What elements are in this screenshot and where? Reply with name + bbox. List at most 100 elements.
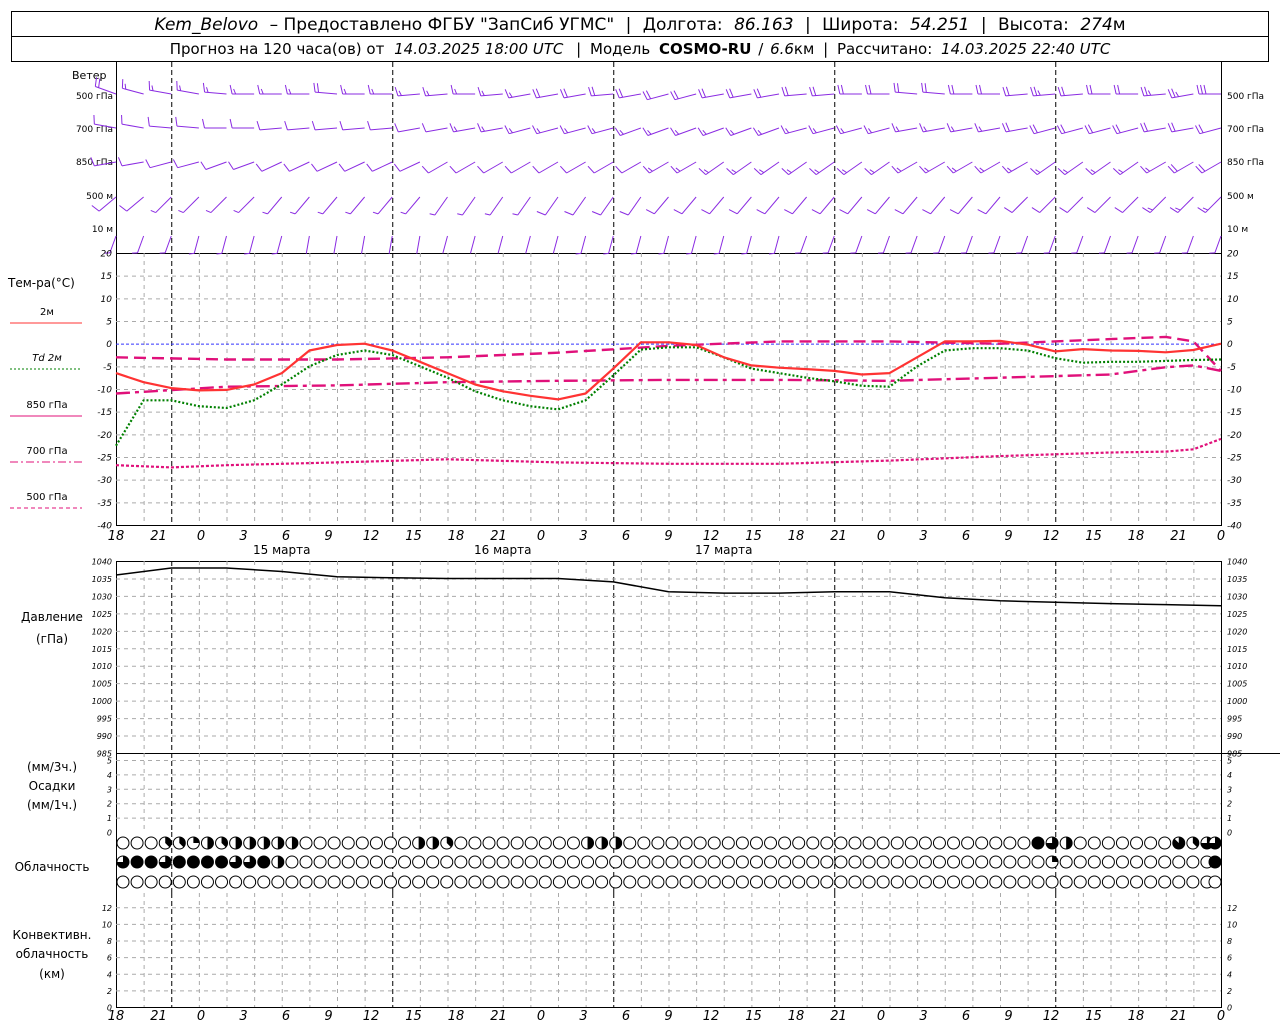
barb-flag [894,83,895,92]
cloud-circle [230,876,242,888]
barb-flag [730,130,734,134]
barb-flag [754,89,758,98]
barb-flag [576,253,581,254]
cloud-circle [539,876,551,888]
hour-tick-label: 15 [405,1009,422,1024]
hour-tick-label: 6 [282,1009,290,1024]
barb-flag [1195,126,1199,134]
hour-tick-label: 15 [745,1009,762,1024]
cloud-symbol [638,837,650,849]
cloud-fill [236,837,242,849]
wind-barb [1044,236,1056,253]
barb-flag [509,93,512,98]
barb-flag [482,127,485,132]
cloud-symbol [455,837,467,849]
conv-tick-left: 8 [107,937,112,946]
cloud-symbol [173,856,185,868]
barb-flag [643,128,648,136]
prec-tick-right: 3 [1227,785,1232,794]
wind-barb [560,162,585,173]
barb-flag [1148,91,1150,96]
wind-barb [526,236,531,253]
barb-shaft [691,236,696,253]
barb-flag [1175,208,1180,210]
barb-flag [757,89,761,98]
cloud-circle [765,876,777,888]
wind-barb [1127,236,1139,253]
cloud-circle [652,876,664,888]
cloud-circle [1018,856,1030,868]
barb-flag [1116,125,1120,133]
barb-shaft [1095,197,1111,213]
barb-flag [1030,126,1034,134]
precip-title: Осадки [29,779,76,793]
barb-shaft [183,197,199,213]
cloud-circle [849,876,861,888]
cloud-circle [1102,876,1114,888]
cloud-title: Облачность [15,860,90,874]
wind-barb [318,197,337,214]
barb-flag [1006,87,1009,96]
barb-flag [180,86,181,91]
cloud-symbol [427,856,439,868]
cloud-circle [567,876,579,888]
cloud-symbol [539,876,551,888]
wind-barb [894,83,917,94]
wind-barb [1002,123,1027,132]
wind-barb [290,197,309,214]
wind-barb [865,162,890,175]
wind-barb [589,87,614,96]
pres-tick-left: 1030 [92,592,112,601]
barb-flag [925,83,926,92]
barb-shaft [165,236,171,253]
barb-shaft [484,162,503,173]
wind-level-right-2: 850 гПа [1227,158,1264,168]
cloud-symbol [905,837,917,849]
cloud-symbol [187,856,199,868]
cloud-circle [427,876,439,888]
barb-flag [118,157,122,166]
barb-flag [758,130,762,134]
wind-barb [314,83,337,94]
barb-flag [951,127,954,132]
barb-flag [703,130,707,134]
prec-tick-left: 0 [107,829,112,838]
cloud-symbol [1173,837,1185,849]
barb-flag [631,253,636,254]
model-name: COSMO-RU [659,40,751,58]
wind-barb [726,128,752,136]
cloud-circle [779,876,791,888]
wind-barb [234,197,255,213]
barb-shaft [287,128,309,130]
barb-flag [810,87,813,96]
wind-barb [401,197,420,214]
cloud-symbol [328,837,340,849]
wind-barb [258,85,282,94]
cloud-circle [694,856,706,868]
cloud-symbol [596,876,608,888]
wind-barb [257,121,282,130]
wind-barb [505,162,530,173]
hour-tick-label: 3 [579,529,587,544]
cloud-symbol [314,876,326,888]
cloud-circle [384,856,396,868]
barb-shaft [239,197,255,213]
cloud-circle [1018,876,1030,888]
barb-flag [842,170,847,173]
barb-flag [812,210,820,214]
cloud-circle [793,856,805,868]
cloud-circle [765,837,777,849]
cloud-circle [1116,876,1128,888]
barb-flag [92,206,99,212]
hour-tick-label: 9 [324,1009,332,1024]
barb-flag [178,210,183,212]
cloud-symbol [976,876,988,888]
wind-barb [1168,123,1193,132]
hour-tick-label: 18 [108,1009,125,1024]
cloud-circle [807,876,819,888]
cloud-symbol [342,876,354,888]
cloud-symbol [736,837,748,849]
cloud-circle [596,856,608,868]
pres-tick-right: 1040 [1227,558,1247,567]
prec-tick-left: 3 [107,785,112,794]
